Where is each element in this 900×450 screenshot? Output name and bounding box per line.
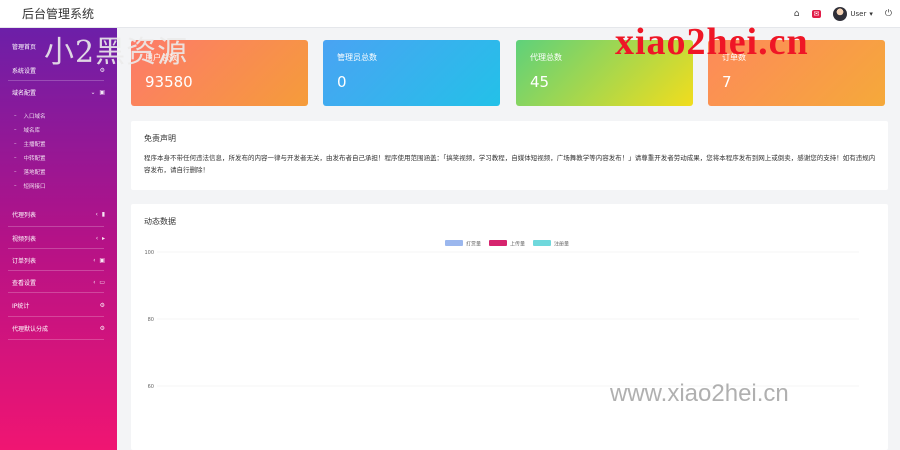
divider (8, 270, 104, 271)
submenu-landing-config[interactable]: – 落地配置 (14, 168, 46, 176)
legend-label: 注册量 (554, 241, 569, 248)
y-tick-label: 60 (148, 384, 154, 390)
chevron-left-icon: ‹ (93, 278, 96, 286)
legend-swatch (445, 240, 463, 246)
stat-card-admins: 管理员总数 0 (323, 40, 500, 106)
play-icon: ▸ (101, 234, 105, 242)
disclaimer-panel: 免责声明 程序本身不带任何违法信息，所发布的内容一律与开发者无关，由发布者自己承… (131, 121, 888, 190)
stat-value: 45 (530, 73, 550, 91)
submenu-entry-domain[interactable]: – 入口域名 (14, 112, 46, 120)
chevron-down-icon: ⌄ (90, 88, 96, 96)
divider (8, 248, 104, 249)
divider (8, 80, 104, 81)
gear-icon: ⚙ (99, 324, 105, 332)
sidebar-item-icons: ⌄ ▣ (90, 89, 105, 96)
stat-card-agents: 代理总数 45 (516, 40, 693, 106)
chevron-left-icon: ‹ (95, 210, 98, 218)
sidebar-item-label: 域名配置 (12, 89, 37, 97)
sidebar-item-home[interactable]: 管理首页 (0, 36, 117, 56)
legend-label: 打赏量 (466, 241, 481, 248)
avatar (833, 7, 848, 21)
divider (8, 292, 104, 293)
user-name: User (850, 10, 867, 18)
sidebar-item-agent-list[interactable]: 代理列表 ‹ ▮ (0, 204, 117, 224)
sidebar-item-order-list[interactable]: 订单列表 ‹ ▣ (0, 250, 117, 270)
stat-label: 代理总数 (530, 53, 562, 62)
submenu-label: 域名库 (23, 128, 41, 134)
legend-swatch (489, 240, 507, 246)
header-actions: ⌂ ✉ User ▾ ⏻ (794, 0, 892, 28)
sidebar-item-label: 代理列表 (12, 211, 37, 219)
divider (8, 226, 104, 227)
y-tick-label: 100 (144, 250, 154, 256)
sidebar-item-label: 管理首页 (12, 43, 37, 51)
panel-title: 动态数据 (144, 217, 176, 226)
y-tick-label: 80 (148, 317, 154, 323)
stat-value: 7 (722, 73, 732, 91)
gear-icon: ⚙ (99, 66, 105, 74)
phone-icon: ▮ (101, 210, 105, 218)
submenu-label: 短网接口 (23, 184, 46, 190)
submenu-label: 落地配置 (23, 170, 46, 176)
submenu-label: 入口域名 (23, 114, 46, 120)
stat-value: 93580 (145, 73, 193, 91)
sidebar-item-icons: ‹ ▮ (95, 211, 105, 218)
window-icon: ▣ (99, 256, 105, 264)
app-title[interactable]: 后台管理系统 (0, 0, 117, 28)
divider (8, 339, 104, 340)
sidebar-item-label: 代理默认分成 (12, 325, 49, 333)
laptop-icon: ▭ (99, 278, 105, 286)
sidebar-item-label: IP统计 (12, 302, 30, 310)
sidebar-item-icons: ‹ ▭ (93, 279, 105, 286)
top-bar: 后台管理系统 ⌂ ✉ User ▾ ⏻ (0, 0, 900, 28)
line-chart: 打赏量 上传量 注册量 100 80 60 (144, 240, 859, 390)
chevron-left-icon: ‹ (95, 234, 99, 242)
window-icon: ▣ (99, 88, 105, 96)
submenu-label: 中转配置 (23, 156, 46, 162)
submenu-short-url-api[interactable]: – 短网接口 (14, 182, 46, 190)
sidebar-item-video-list[interactable]: 视频列表 ‹ ▸ (0, 228, 117, 248)
chart-panel: 动态数据 打赏量 上传量 注册量 100 80 60 (131, 204, 888, 450)
chevron-left-icon: ‹ (93, 256, 96, 264)
stat-card-orders: 订单数 7 (708, 40, 885, 106)
sidebar-item-label: 订单列表 (12, 257, 37, 265)
sidebar-item-agent-default-share[interactable]: 代理默认分成 ⚙ (0, 318, 117, 338)
divider (8, 316, 104, 317)
sidebar-item-label: 视频列表 (12, 235, 37, 243)
user-menu[interactable]: User ▾ (833, 7, 873, 21)
stat-label: 管理员总数 (337, 53, 377, 62)
sidebar-item-label: 系统设置 (12, 67, 37, 75)
sidebar-item-domain-config[interactable]: 域名配置 ⌄ ▣ (0, 82, 117, 102)
panel-title: 免责声明 (144, 134, 176, 143)
stat-value: 0 (337, 73, 347, 91)
submenu-label: 主播配置 (23, 142, 46, 148)
sidebar: 管理首页 系统设置 ⚙ 域名配置 ⌄ ▣ – 入口域名 – 域名库 – 主播配置 – 中… (0, 28, 117, 450)
home-icon[interactable]: ⌂ (794, 9, 800, 19)
sidebar-item-view-settings[interactable]: 查看设置 ‹ ▭ (0, 272, 117, 292)
stat-label: 订单数 (722, 53, 746, 62)
chevron-down-icon: ▾ (869, 10, 873, 18)
submenu-domain-library[interactable]: – 域名库 (14, 126, 40, 134)
sidebar-item-icons: ‹ ▸ (96, 235, 105, 242)
sidebar-item-icons: ‹ ▣ (93, 257, 105, 264)
sidebar-item-label: 查看设置 (12, 279, 37, 287)
sidebar-item-system-settings[interactable]: 系统设置 ⚙ (0, 60, 117, 80)
legend-label: 上传量 (510, 241, 525, 248)
gear-icon: ⚙ (99, 301, 105, 309)
legend-swatch (533, 240, 551, 246)
sidebar-item-ip-stats[interactable]: IP统计 ⚙ (0, 295, 117, 315)
disclaimer-text: 程序本身不带任何违法信息，所发布的内容一律与开发者无关，由发布者自己承担！程序使… (144, 154, 876, 174)
logout-icon[interactable]: ⏻ (885, 9, 892, 19)
submenu-host-config[interactable]: – 主播配置 (14, 140, 46, 148)
stat-card-users: 用户总数 93580 (131, 40, 308, 106)
stat-label: 用户总数 (145, 53, 177, 62)
mail-icon[interactable]: ✉ (811, 10, 822, 18)
submenu-relay-config[interactable]: – 中转配置 (14, 154, 46, 162)
